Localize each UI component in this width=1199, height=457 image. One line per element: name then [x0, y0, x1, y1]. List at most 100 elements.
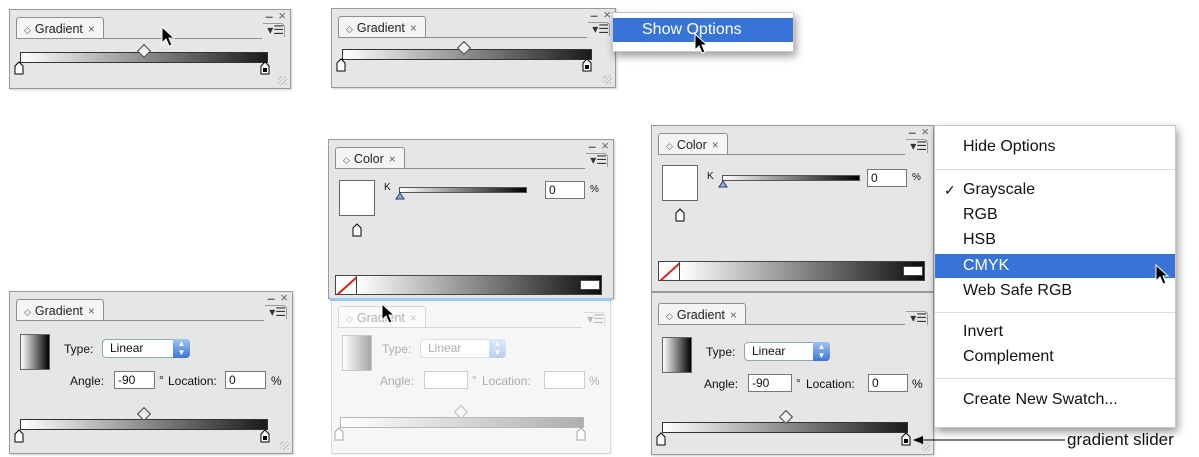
- close-icon[interactable]: ×: [603, 7, 611, 22]
- tab-close-icon[interactable]: ×: [712, 138, 719, 152]
- panel-menu-icon[interactable]: ▾☰: [588, 22, 610, 36]
- location-field[interactable]: [544, 371, 585, 389]
- close-icon[interactable]: ×: [921, 124, 929, 139]
- tab-label: Color: [676, 138, 707, 152]
- tab-color[interactable]: ◇ Color ×: [335, 147, 405, 169]
- tab-arrows-icon[interactable]: ◇: [346, 314, 353, 324]
- menu-item-rgb[interactable]: RGB: [935, 204, 1175, 226]
- tab-arrows-icon[interactable]: ◇: [666, 141, 673, 151]
- k-slider-thumb-icon[interactable]: [718, 180, 728, 188]
- gradient-stop-black[interactable]: [582, 58, 592, 72]
- tab-arrows-icon[interactable]: ◇: [24, 25, 31, 35]
- gradient-preview-swatch[interactable]: [20, 334, 50, 370]
- gradient-stop-white[interactable]: [14, 429, 24, 443]
- cursor-arrow-icon: [161, 26, 176, 47]
- percent-symbol: %: [912, 377, 923, 391]
- panel-menu-icon[interactable]: ▾☰: [906, 139, 928, 153]
- tab-gradient[interactable]: ◇ Gradient ×: [16, 17, 104, 39]
- fill-stop-icon: [352, 223, 362, 237]
- angle-field[interactable]: -90: [114, 371, 155, 389]
- resize-grip[interactable]: [280, 441, 289, 450]
- type-select[interactable]: Linear ▲ ▼: [102, 339, 190, 358]
- none-swatch[interactable]: [335, 275, 357, 295]
- gradient-stop-black[interactable]: [260, 61, 270, 75]
- gradient-stop-white[interactable]: [336, 58, 346, 72]
- close-icon[interactable]: ×: [278, 8, 286, 23]
- cursor-arrow-icon: [381, 303, 396, 324]
- k-value-field[interactable]: 0: [545, 181, 585, 199]
- close-icon[interactable]: ×: [280, 290, 288, 305]
- angle-field[interactable]: -90: [748, 374, 792, 392]
- menu-item-invert[interactable]: Invert: [935, 321, 1175, 343]
- menu-item-cmyk[interactable]: CMYK: [935, 254, 1175, 278]
- tab-close-icon[interactable]: ×: [88, 304, 95, 318]
- color-spectrum-ramp[interactable]: [679, 261, 925, 281]
- gradient-stop-black[interactable]: [576, 427, 586, 441]
- tab-arrows-icon[interactable]: ◇: [666, 311, 673, 321]
- tab-gradient[interactable]: ◇ Gradient ×: [338, 16, 426, 38]
- location-field[interactable]: 0: [225, 371, 266, 389]
- tab-color[interactable]: ◇ Color ×: [658, 133, 728, 155]
- callout-label: gradient slider: [1067, 430, 1174, 449]
- panel-menu-icon[interactable]: ▾☰: [906, 311, 928, 325]
- fill-swatch[interactable]: [339, 180, 375, 216]
- minimize-icon[interactable]: –: [590, 7, 598, 23]
- percent-symbol: %: [271, 374, 282, 388]
- resize-grip[interactable]: [603, 75, 612, 84]
- minimize-icon[interactable]: –: [908, 124, 916, 140]
- gradient-stop-white[interactable]: [14, 61, 24, 75]
- tab-arrows-icon[interactable]: ◇: [346, 24, 353, 34]
- color-spectrum-ramp[interactable]: [356, 275, 602, 295]
- gradient-panel-expanded: ◇ Gradient × – × ▾☰ Type: Linear ▲ ▼ Angle: …: [9, 290, 293, 454]
- tab-gradient[interactable]: ◇ Gradient ×: [658, 303, 746, 325]
- type-select[interactable]: Linear ▲ ▼: [744, 342, 830, 361]
- menu-item-create-new-swatch[interactable]: Create New Swatch...: [935, 389, 1175, 411]
- panel-menu-icon[interactable]: ▾☰: [583, 312, 605, 326]
- close-icon[interactable]: ×: [601, 138, 609, 153]
- tab-arrows-icon[interactable]: ◇: [24, 307, 31, 317]
- tab-close-icon[interactable]: ×: [88, 22, 95, 36]
- minimize-icon[interactable]: –: [588, 138, 596, 154]
- tab-close-icon[interactable]: ×: [730, 308, 737, 322]
- gradient-ramp[interactable]: [340, 417, 584, 428]
- menu-item-hsb[interactable]: HSB: [935, 229, 1175, 251]
- menu-item-hide-options[interactable]: Hide Options: [935, 136, 1175, 158]
- gradient-stop-white[interactable]: [334, 427, 344, 441]
- menu-item-grayscale[interactable]: Grayscale: [935, 179, 1175, 201]
- select-arrows-icon: ▲ ▼: [813, 342, 830, 361]
- tab-underline: [338, 37, 587, 38]
- gradient-preview-swatch[interactable]: [342, 335, 372, 371]
- gradient-stop-black[interactable]: [260, 429, 270, 443]
- k-value-field[interactable]: 0: [867, 169, 907, 187]
- minimize-icon[interactable]: –: [265, 8, 273, 24]
- location-field[interactable]: 0: [868, 374, 908, 392]
- gradient-stop-black[interactable]: [901, 432, 911, 446]
- fill-swatch[interactable]: [662, 165, 698, 201]
- location-label: Location:: [806, 377, 855, 391]
- dock-highlight-bar: [330, 298, 612, 301]
- k-slider[interactable]: [399, 187, 527, 193]
- location-label: Location:: [168, 374, 217, 388]
- minimize-icon[interactable]: –: [267, 290, 275, 306]
- tab-arrows-icon[interactable]: ◇: [343, 155, 350, 165]
- panel-menu-icon[interactable]: ▾☰: [586, 153, 608, 167]
- none-swatch[interactable]: [658, 261, 680, 281]
- resize-grip[interactable]: [278, 76, 287, 85]
- tab-close-icon[interactable]: ×: [410, 311, 417, 325]
- tab-gradient[interactable]: ◇ Gradient ×: [16, 299, 104, 321]
- menu-item-complement[interactable]: Complement: [935, 346, 1175, 368]
- tab-close-icon[interactable]: ×: [389, 152, 396, 166]
- gradient-stop-white[interactable]: [656, 432, 666, 446]
- degree-symbol: °: [796, 376, 801, 390]
- angle-field[interactable]: [424, 371, 468, 389]
- menu-item-web-safe-rgb[interactable]: Web Safe RGB: [935, 280, 1175, 302]
- tab-close-icon[interactable]: ×: [410, 21, 417, 35]
- white-swatch[interactable]: [903, 266, 923, 276]
- panel-menu-icon[interactable]: ▾☰: [265, 305, 287, 319]
- k-slider-thumb-icon[interactable]: [395, 192, 405, 200]
- type-select[interactable]: Linear ▲ ▼: [420, 339, 506, 358]
- k-slider[interactable]: [722, 175, 860, 181]
- panel-menu-icon[interactable]: ▾☰: [263, 23, 285, 37]
- white-swatch[interactable]: [580, 280, 600, 290]
- gradient-preview-swatch[interactable]: [662, 337, 692, 373]
